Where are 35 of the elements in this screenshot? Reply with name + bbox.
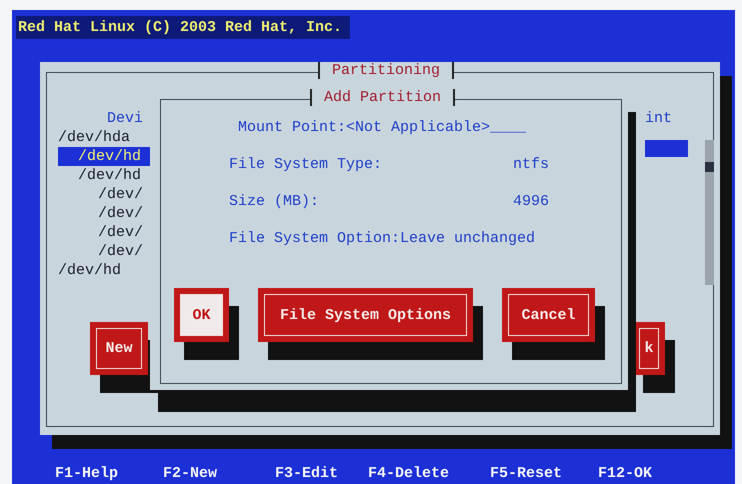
scrollbar-thumb[interactable] xyxy=(705,162,714,172)
column-header: Devi xyxy=(107,110,144,127)
device-item[interactable]: /dev/hd xyxy=(58,166,152,185)
device-item[interactable]: /dev/ xyxy=(58,185,152,204)
dialog-title: Add Partition xyxy=(310,89,456,106)
device-item[interactable]: /dev/hd xyxy=(58,261,152,280)
field-value: 4996 xyxy=(512,192,549,211)
button[interactable]: OK xyxy=(174,288,229,342)
header-text: Red Hat Linux (C) 2003 Red Hat, Inc. xyxy=(16,16,350,39)
device-item[interactable]: /dev/hda xyxy=(58,128,152,147)
key-hint: F2-New xyxy=(163,465,218,482)
selected-row-bar xyxy=(645,140,688,157)
device-item[interactable]: /dev/hd xyxy=(58,147,152,166)
column-header: int xyxy=(645,110,672,127)
device-item[interactable]: /dev/ xyxy=(58,242,152,261)
key-hint: F12-OK xyxy=(598,465,652,482)
field-value: Leave unchanged xyxy=(400,229,536,248)
button[interactable]: k xyxy=(633,322,665,375)
field-label: File System Option: xyxy=(229,229,400,248)
device-item[interactable]: /dev/ xyxy=(58,223,152,242)
field-label: File System Type: xyxy=(229,155,382,174)
field-label: Size (MB): xyxy=(229,192,320,211)
device-item[interactable]: /dev/ xyxy=(58,204,152,223)
field-value: ntfs xyxy=(512,155,549,174)
scrollbar[interactable] xyxy=(705,140,714,285)
button[interactable]: New xyxy=(90,322,148,375)
key-hint: F3-Edit xyxy=(275,465,340,482)
input-field[interactable]: <Not Applicable>____ xyxy=(346,118,526,137)
button[interactable]: File System Options xyxy=(258,288,473,342)
key-hint: F5-Reset xyxy=(490,465,564,482)
window-title: Partitioning xyxy=(318,62,454,79)
key-hint: F4-Delete xyxy=(368,465,450,482)
button[interactable]: Cancel xyxy=(502,288,595,342)
key-hint: F1-Help xyxy=(55,465,120,482)
field-label: Mount Point: xyxy=(238,118,346,137)
